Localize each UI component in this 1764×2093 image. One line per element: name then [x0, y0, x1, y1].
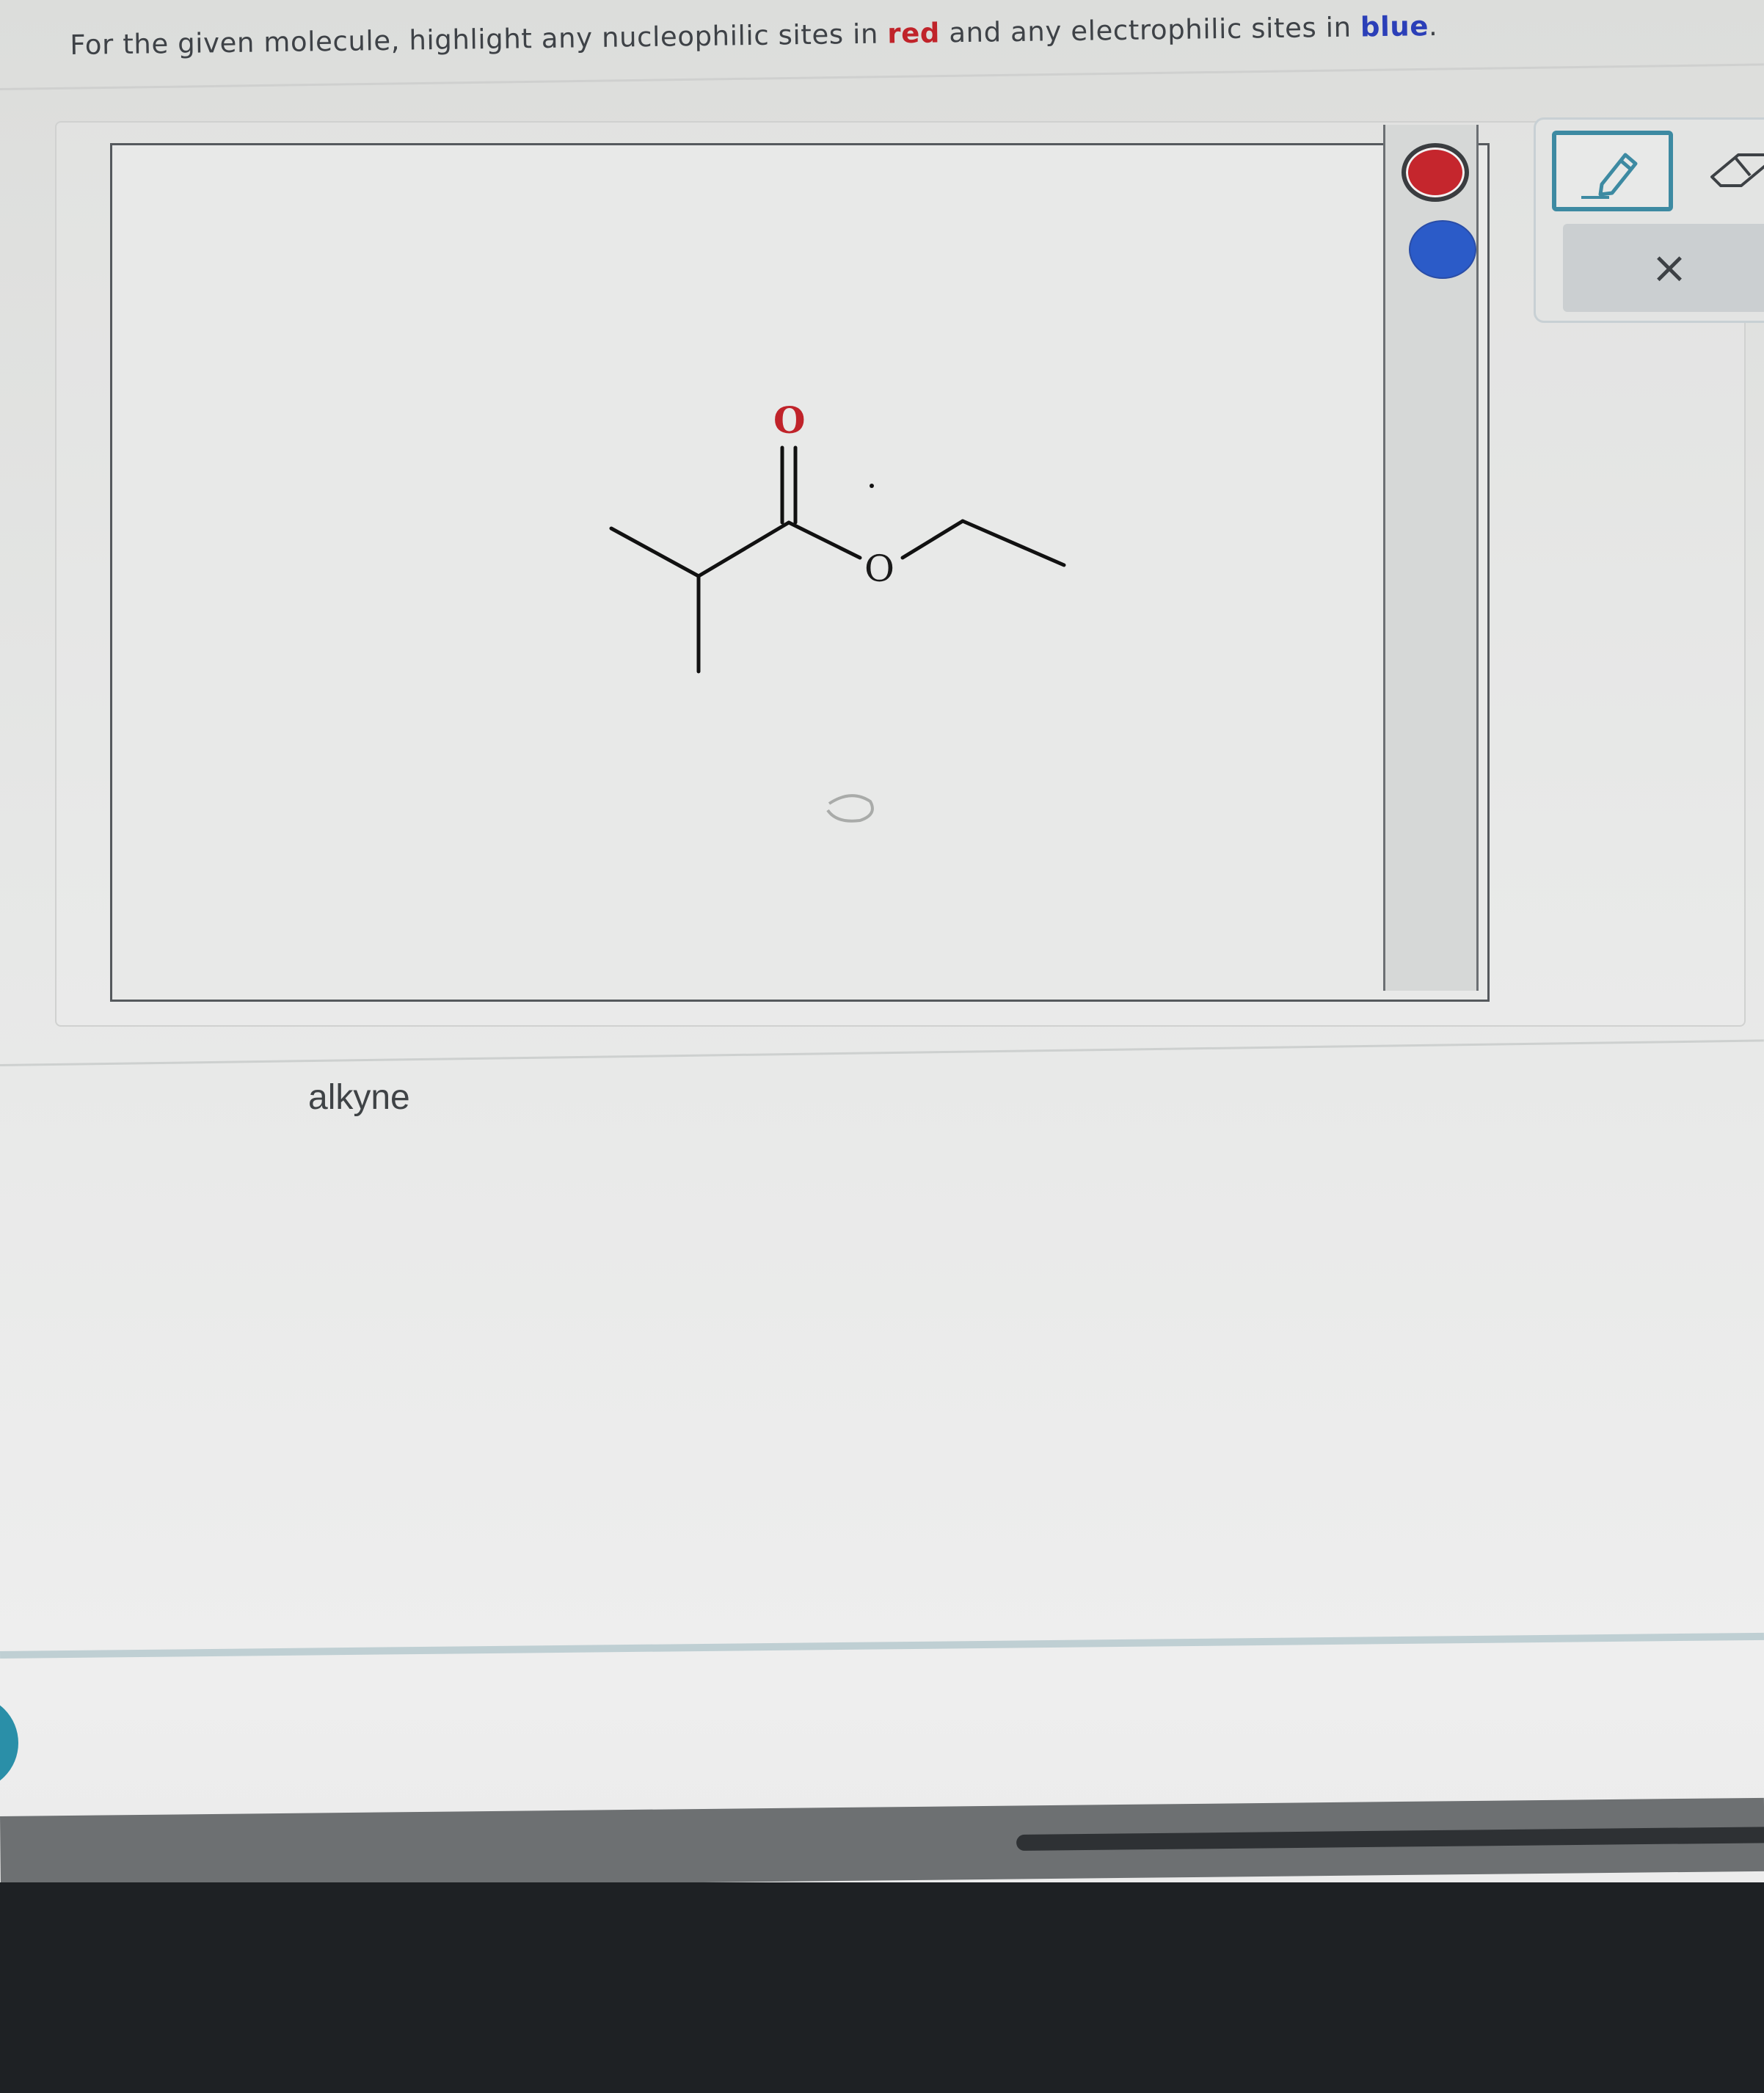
footer-divider — [0, 1632, 1764, 1659]
blue-color-button[interactable] — [1409, 220, 1476, 279]
clear-button[interactable]: × — [1563, 224, 1764, 312]
drawing-canvas[interactable] — [110, 143, 1490, 1002]
prompt-text-before: For the given molecule, highlight any nu… — [70, 18, 888, 61]
answer-choice-label[interactable]: alkyne — [308, 1077, 410, 1118]
top-divider — [0, 63, 1764, 90]
screen-bezel — [0, 1882, 1764, 2093]
pencil-icon — [1581, 153, 1637, 199]
ester-oxygen-label[interactable]: O — [864, 550, 894, 587]
eraser-icon — [1710, 153, 1764, 187]
side-tab-button[interactable] — [0, 1695, 18, 1791]
question-prompt: For the given molecule, highlight any nu… — [70, 10, 1438, 61]
eraser-button[interactable] — [1706, 143, 1764, 194]
prompt-blue-word: blue — [1360, 10, 1429, 43]
pencil-button[interactable] — [1552, 131, 1673, 211]
prompt-text-after: . — [1428, 10, 1438, 43]
page: For the given molecule, highlight any nu… — [0, 0, 1764, 2093]
prompt-text-middle: and any electrophilic sites in — [939, 11, 1361, 49]
prompt-red-word: red — [887, 17, 941, 50]
close-icon: × — [1650, 242, 1688, 294]
section-divider — [0, 1039, 1764, 1066]
carbonyl-oxygen-label[interactable]: O — [773, 402, 806, 439]
red-color-button[interactable] — [1402, 143, 1469, 202]
